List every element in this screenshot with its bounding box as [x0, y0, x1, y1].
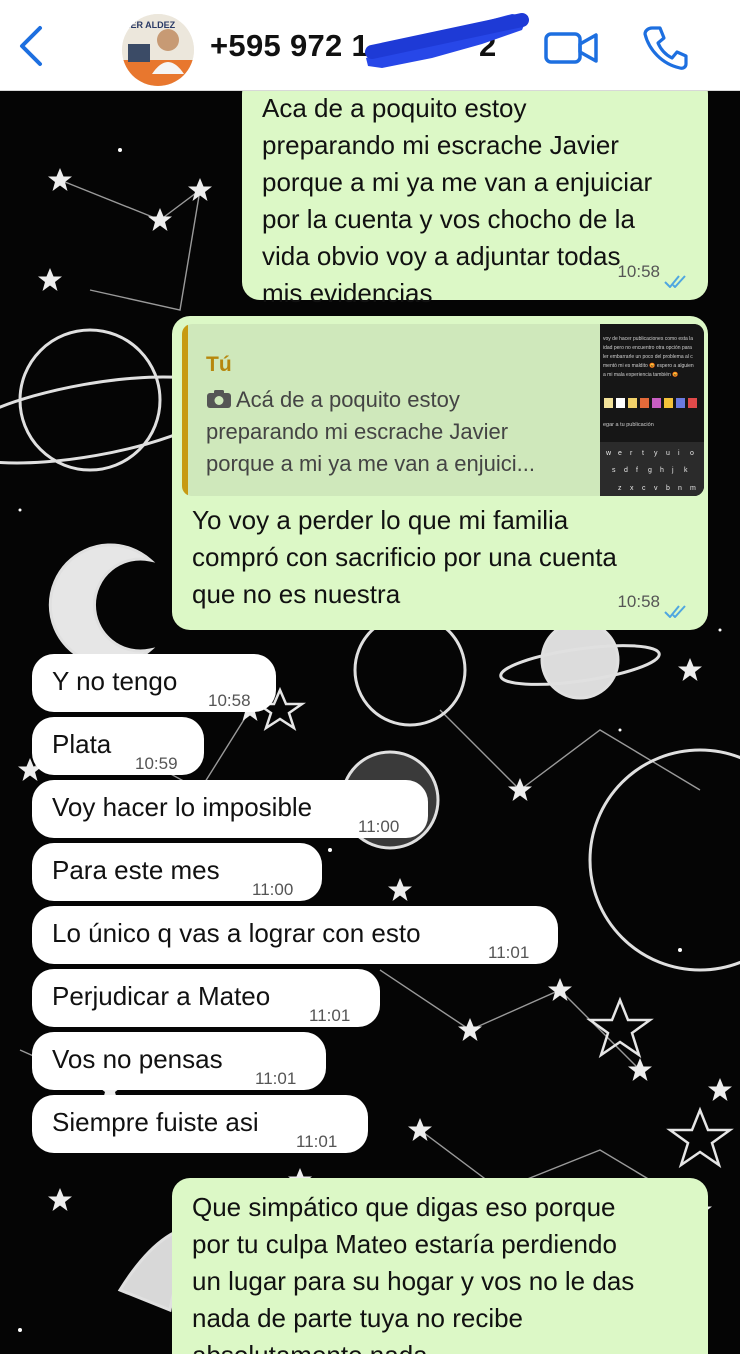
- outgoing-message-with-reply[interactable]: Tú Acá de a poquito estoy preparando mi …: [172, 316, 708, 630]
- svg-text:j: j: [671, 467, 674, 474]
- chat-area[interactable]: Aca de a poquito estoy preparando mi esc…: [0, 90, 740, 1354]
- incoming-message[interactable]: Perjudicar a Mateo 11:01: [32, 969, 380, 1027]
- message-text: Plata: [52, 729, 112, 759]
- svg-text:v: v: [654, 485, 658, 492]
- incoming-message[interactable]: Y no tengo 10:58: [32, 654, 276, 712]
- incoming-message[interactable]: Plata 10:59: [32, 717, 204, 775]
- chat-header: IER ALDEZ +595 972 12: [0, 0, 740, 91]
- svg-text:z: z: [618, 485, 622, 492]
- video-call-button[interactable]: [540, 26, 604, 70]
- message-text: Yo voy a perder lo que mi familia compró…: [192, 505, 617, 609]
- svg-text:idad pero no encuentro otra op: idad pero no encuentro otra opción para: [603, 345, 692, 351]
- svg-text:w: w: [605, 450, 612, 457]
- svg-text:IER ALDEZ: IER ALDEZ: [128, 20, 176, 30]
- svg-text:n: n: [678, 485, 682, 492]
- message-time: 10:58: [208, 691, 251, 710]
- read-ticks-icon: [664, 275, 686, 288]
- redaction-scribble: [365, 13, 529, 68]
- message-text: Voy hacer lo imposible: [52, 792, 313, 822]
- svg-text:m: m: [690, 485, 696, 492]
- quoted-message[interactable]: Tú Acá de a poquito estoy preparando mi …: [182, 324, 704, 496]
- phone-icon: [643, 26, 688, 70]
- svg-text:g: g: [648, 467, 652, 474]
- svg-text:voy de hacer publicaciones com: voy de hacer publicaciones como esta la: [603, 336, 693, 342]
- svg-text:e: e: [618, 450, 622, 457]
- incoming-message[interactable]: Para este mes 11:00: [32, 843, 322, 901]
- contact-avatar[interactable]: IER ALDEZ: [122, 14, 194, 86]
- message-time: 10:59: [135, 754, 178, 773]
- camera-icon: [207, 390, 231, 408]
- quote-thumbnail: voy de hacer publicaciones como esta la …: [600, 324, 704, 496]
- svg-text:t: t: [642, 450, 644, 457]
- svg-text:ler embarrarle un poco del pro: ler embarrarle un poco del problema al c: [603, 354, 693, 360]
- incoming-message[interactable]: Siempre fuiste asi 11:01: [32, 1095, 368, 1153]
- message-text: Que simpático que digas eso porque por t…: [192, 1192, 635, 1354]
- message-text: Vos no pensas: [52, 1044, 223, 1074]
- svg-text:mentó mi es maldito 😡 espero: mentó mi es maldito 😡 espero a alguien: [603, 362, 694, 369]
- svg-text:c: c: [642, 485, 646, 492]
- message-text: Perjudicar a Mateo: [52, 981, 271, 1011]
- svg-text:egar a tu publicación: egar a tu publicación: [603, 422, 654, 428]
- svg-text:s: s: [612, 467, 616, 474]
- message-text: Siempre fuiste asi: [52, 1107, 259, 1137]
- svg-text:a mi mala experiencia también: a mi mala experiencia también 😡: [603, 371, 678, 378]
- message-time: 11:00: [252, 880, 294, 899]
- svg-text:d: d: [624, 467, 628, 474]
- message-time: 11:01: [309, 1006, 351, 1025]
- read-ticks-icon: [664, 605, 686, 618]
- svg-text:f: f: [636, 467, 638, 474]
- message-time: 10:58: [617, 262, 660, 281]
- svg-text:x: x: [630, 485, 634, 492]
- svg-text:y: y: [654, 450, 658, 457]
- back-button[interactable]: [12, 20, 52, 70]
- message-time: 10:58: [617, 592, 660, 611]
- svg-text:o: o: [690, 450, 694, 457]
- quote-author: Tú: [206, 353, 232, 376]
- svg-text:b: b: [666, 485, 670, 492]
- avatar-image: IER ALDEZ: [122, 14, 194, 86]
- chevron-left-icon: [20, 26, 42, 66]
- svg-text:u: u: [666, 450, 670, 457]
- video-camera-icon: [544, 32, 598, 64]
- voice-call-button[interactable]: [640, 22, 690, 72]
- incoming-message[interactable]: Lo único q vas a lograr con esto 11:01: [32, 906, 558, 964]
- message-time: 11:01: [255, 1069, 297, 1088]
- svg-text:k: k: [684, 467, 688, 474]
- message-time: 11:00: [358, 817, 400, 836]
- contact-number: +595 972 1: [210, 28, 370, 63]
- message-text: Y no tengo: [52, 666, 178, 696]
- svg-text:h: h: [660, 467, 664, 474]
- outgoing-message[interactable]: Que simpático que digas eso porque por t…: [172, 1178, 708, 1354]
- incoming-message[interactable]: Vos no pensas 11:01: [32, 1032, 326, 1090]
- quote-text: Acá de a poquito estoy preparando mi esc…: [206, 387, 535, 476]
- outgoing-message[interactable]: Aca de a poquito estoy preparando mi esc…: [242, 90, 708, 308]
- message-time: 11:01: [296, 1132, 338, 1151]
- incoming-message[interactable]: Voy hacer lo imposible 11:00: [32, 780, 428, 838]
- message-text: Para este mes: [52, 855, 220, 885]
- quote-accent-bar: [182, 324, 188, 496]
- message-time: 11:01: [488, 943, 530, 962]
- message-text: Lo único q vas a lograr con esto: [52, 918, 421, 948]
